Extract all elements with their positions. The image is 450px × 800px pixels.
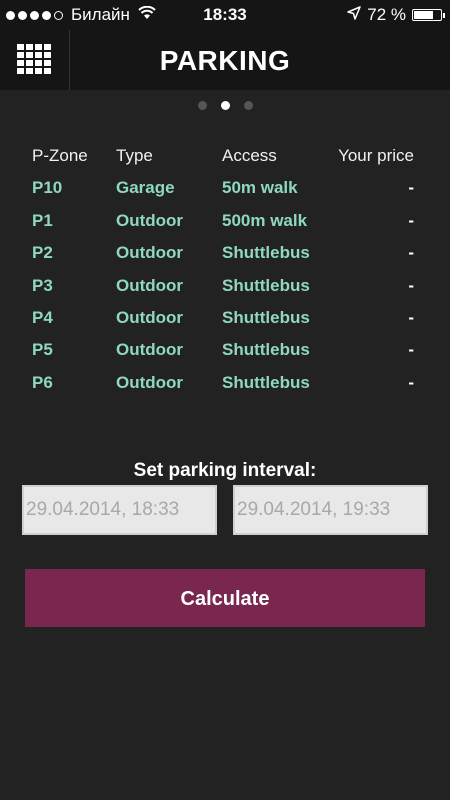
zone-cell: P10 bbox=[32, 178, 63, 198]
page-dot-active[interactable] bbox=[220, 101, 230, 110]
page-dot[interactable] bbox=[197, 101, 207, 110]
battery-fill bbox=[414, 11, 433, 19]
table-row[interactable]: P3 Outdoor Shuttlebus - bbox=[32, 276, 422, 308]
price-cell: - bbox=[408, 210, 414, 230]
table-row[interactable]: P4 Outdoor Shuttlebus - bbox=[32, 308, 422, 340]
type-cell: Outdoor bbox=[116, 243, 184, 263]
access-cell: Shuttlebus bbox=[222, 372, 310, 392]
access-cell: Shuttlebus bbox=[222, 340, 310, 360]
location-arrow-icon bbox=[347, 5, 361, 25]
status-right: 72 % bbox=[347, 5, 445, 25]
price-cell: - bbox=[408, 307, 414, 327]
calculate-button[interactable]: Calculate bbox=[25, 569, 425, 627]
app-header: PARKING bbox=[0, 30, 450, 90]
column-header-price: Your price bbox=[338, 146, 414, 165]
start-datetime-input[interactable] bbox=[22, 485, 217, 535]
interval-label: Set parking interval: bbox=[133, 460, 317, 481]
battery-percent: 72 % bbox=[367, 5, 406, 24]
type-cell: Garage bbox=[116, 178, 175, 198]
parking-zone-table: P-Zone Type Access Your price P10 Garage… bbox=[32, 146, 422, 405]
zone-cell: P1 bbox=[32, 210, 53, 230]
access-cell: Shuttlebus bbox=[222, 275, 310, 295]
battery-icon bbox=[412, 9, 445, 21]
price-cell: - bbox=[408, 275, 414, 295]
access-cell: 50m walk bbox=[222, 178, 298, 198]
zone-cell: P6 bbox=[32, 372, 53, 392]
page-dot[interactable] bbox=[243, 101, 253, 110]
access-cell: 500m walk bbox=[222, 210, 308, 230]
zone-cell: P4 bbox=[32, 307, 53, 327]
column-header-zone: P-Zone bbox=[32, 146, 88, 165]
table-row[interactable]: P10 Garage 50m walk - bbox=[32, 178, 422, 210]
page-indicator bbox=[0, 101, 450, 110]
column-header-type: Type bbox=[116, 146, 153, 165]
battery-tip bbox=[443, 13, 445, 18]
type-cell: Outdoor bbox=[116, 307, 184, 327]
price-cell: - bbox=[408, 178, 414, 198]
end-datetime-input[interactable] bbox=[233, 485, 428, 535]
access-cell: Shuttlebus bbox=[222, 243, 310, 263]
zone-cell: P5 bbox=[32, 340, 53, 360]
access-cell: Shuttlebus bbox=[222, 307, 310, 327]
price-cell: - bbox=[408, 372, 414, 392]
table-row[interactable]: P1 Outdoor 500m walk - bbox=[32, 211, 422, 243]
table-row[interactable]: P6 Outdoor Shuttlebus - bbox=[32, 373, 422, 405]
zone-cell: P3 bbox=[32, 275, 53, 295]
price-cell: - bbox=[408, 243, 414, 263]
table-header-row: P-Zone Type Access Your price bbox=[32, 146, 422, 178]
status-bar: Билайн 18:33 72 % bbox=[0, 0, 450, 30]
table-row[interactable]: P5 Outdoor Shuttlebus - bbox=[32, 340, 422, 372]
column-header-access: Access bbox=[222, 146, 277, 165]
zone-cell: P2 bbox=[32, 243, 53, 263]
type-cell: Outdoor bbox=[116, 372, 184, 392]
type-cell: Outdoor bbox=[116, 210, 184, 230]
type-cell: Outdoor bbox=[116, 340, 184, 360]
table-row[interactable]: P2 Outdoor Shuttlebus - bbox=[32, 243, 422, 275]
type-cell: Outdoor bbox=[116, 275, 184, 295]
price-cell: - bbox=[408, 340, 414, 360]
page-title: PARKING bbox=[159, 45, 291, 76]
